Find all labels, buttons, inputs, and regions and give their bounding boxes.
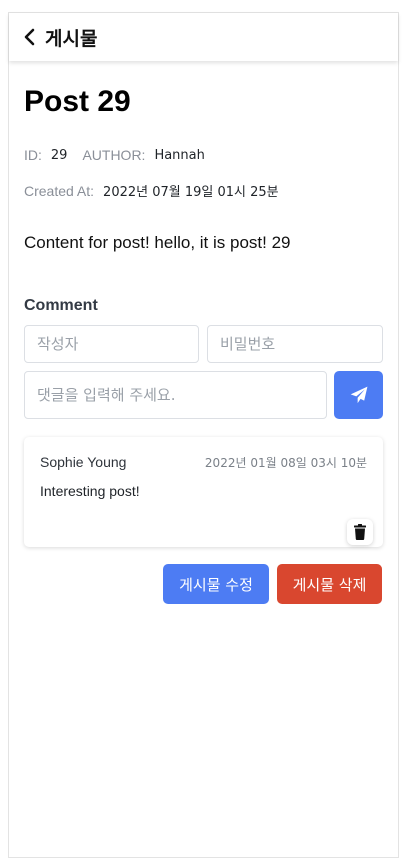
send-comment-button[interactable] xyxy=(334,371,383,419)
app-frame: 게시물 Post 29 ID: 29 AUTHOR: Hannah Create… xyxy=(8,12,399,858)
edit-post-button[interactable]: 게시물 수정 xyxy=(163,564,269,604)
comment-heading: Comment xyxy=(24,297,98,314)
created-label: Created At: xyxy=(24,182,95,199)
id-value: 29 xyxy=(50,147,68,163)
comment-text: Interesting post! xyxy=(40,483,140,499)
post-meta-id-author: ID: 29 AUTHOR: Hannah xyxy=(24,147,220,163)
comment-author-input[interactable] xyxy=(24,325,199,363)
back-button[interactable]: 게시물 xyxy=(23,24,97,51)
author-value: Hannah xyxy=(154,147,205,163)
page-title: 게시물 xyxy=(45,27,98,50)
created-value: 2022년 07월 19일 01시 25분 xyxy=(103,185,279,200)
author-label: AUTHOR: xyxy=(82,147,146,163)
delete-comment-button[interactable] xyxy=(347,519,373,545)
paper-plane-icon xyxy=(350,386,367,404)
comment-author: Sophie Young xyxy=(40,454,127,470)
post-content: Content for post! hello, it is post! 29 xyxy=(24,233,291,252)
trash-icon xyxy=(354,524,366,540)
delete-post-button[interactable]: 게시물 삭제 xyxy=(277,564,382,604)
post-meta-created: Created At: 2022년 07월 19일 01시 25분 xyxy=(24,181,294,201)
comment-card: Sophie Young 2022년 01월 08일 03시 10분 Inter… xyxy=(24,437,383,547)
comment-date: 2022년 01월 08일 03시 10분 xyxy=(204,456,367,470)
post-title: Post 29 xyxy=(24,85,131,118)
id-label: ID: xyxy=(24,147,42,163)
comment-content-input[interactable] xyxy=(24,371,327,419)
top-bar: 게시물 xyxy=(9,13,398,61)
comment-password-input[interactable] xyxy=(207,325,383,363)
chevron-left-icon[interactable] xyxy=(23,28,37,46)
